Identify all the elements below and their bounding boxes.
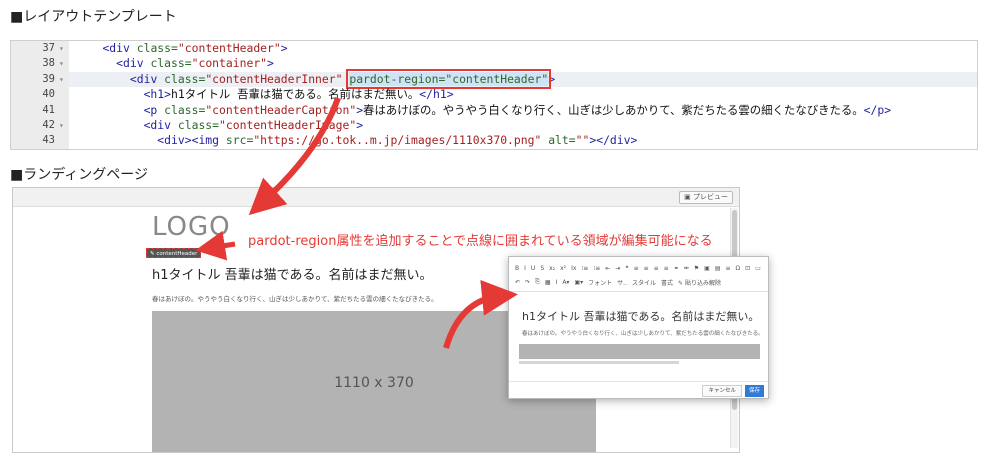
code-line[interactable]: 41 <p class="contentHeaderCaption">春はあけぼ… [11, 102, 977, 118]
line-number: 38 [11, 56, 59, 72]
editor-tool-button[interactable]: ⇥ [615, 265, 620, 272]
editor-tool-button[interactable]: ≡ [654, 265, 659, 272]
fold-toggle-icon [59, 87, 69, 103]
section-title-layout-template: ■レイアウトテンプレート [10, 9, 177, 25]
editor-tool-button[interactable]: ▣▾ [574, 279, 583, 286]
code-text: <div class="container"> [116, 56, 274, 71]
editor-tool-button[interactable]: A▾ [562, 279, 569, 286]
editor-tool-button[interactable]: ⚭ [674, 265, 679, 272]
line-number: 40 [11, 87, 59, 103]
editor-tool-button[interactable]: ⁝≡ [593, 265, 600, 272]
line-number: 39 [11, 71, 59, 88]
editor-tool-button[interactable]: ↶ [515, 279, 520, 286]
editor-tool-button[interactable]: ⎘ [535, 278, 540, 286]
editor-tool-button[interactable]: ↷ [525, 279, 530, 286]
code-line[interactable]: 40 <h1>h1タイトル 吾輩は猫である。名前はまだ無い。</h1> [11, 87, 977, 103]
editor-image[interactable] [519, 344, 760, 359]
code-text: <p class="contentHeaderCaption">春はあけぼの。や… [143, 102, 892, 117]
line-number: 42 [11, 117, 59, 134]
preview-label: プレビュー [693, 193, 728, 201]
editor-tool-button[interactable]: ▭ [755, 265, 761, 272]
save-button[interactable]: 保存 [744, 385, 764, 397]
editor-h1[interactable]: h1タイトル 吾輩は猫である。名前はまだ無い。 [522, 308, 759, 324]
editor-caption[interactable]: 春はあけぼの。やうやう白くなり行く、山ぎは少しあかりて、紫だちたる雲の細くたなび… [522, 329, 764, 337]
editor-tool-button[interactable]: フォント [588, 278, 612, 287]
editor-tool-button[interactable]: ≡ [664, 265, 669, 272]
toolbar-divider [509, 291, 768, 292]
editor-footer: キャンセル 保存 [509, 381, 768, 398]
editor-tool-button[interactable]: ▦ [545, 279, 551, 286]
landing-caption: 春はあけぼの。やうやう白くなり行く、山ぎは少しあかりて、紫だちたる雲の細くたなび… [152, 295, 438, 303]
logo: LOGO [152, 212, 231, 242]
editor-tool-button[interactable]: ▤ [715, 265, 721, 272]
editor-tool-button[interactable]: ⚑ [694, 265, 699, 272]
annotation-text: pardot-region属性を追加することで点線に囲まれている領域が編集可能に… [248, 234, 713, 249]
code-text: <div class="contentHeader"> [102, 41, 288, 55]
editor-toolbar-row-1: B I U Sx₂ x² Ix ⁝≡ ⁝≡ ⇤ ⇥ ❝ ≡ ≡ ≡ ≡ ⚭ ⚮ ⚑ ▣ ▤ ≡ Ω ⊡ ▭ [509, 261, 768, 275]
editor-tool-button[interactable]: スタイル [632, 278, 656, 287]
editor-tool-button[interactable]: B [515, 265, 519, 272]
code-editor[interactable]: 37 ▾ <div class="contentHeader"> 38 ▾ <div … [10, 40, 978, 150]
highlighted-pardot-region-attr: pardot-region="contentHeader" [346, 68, 552, 89]
line-number: 41 [11, 102, 59, 118]
code-line[interactable]: 43 <div><img src="https://go.tok..m.jp/i… [11, 133, 977, 149]
editor-tool-button[interactable]: ⊡ [745, 265, 750, 272]
editor-tool-button[interactable]: Ix [571, 265, 576, 272]
section-title-landing-page: ■ランディングページ [10, 167, 148, 183]
editor-tool-button[interactable]: ❝ [625, 265, 628, 272]
image-size-label: 1110 x 370 [334, 374, 414, 391]
editor-tool-button[interactable]: I [524, 265, 526, 272]
fold-toggle-icon[interactable]: ▾ [59, 117, 69, 134]
landing-h1: h1タイトル 吾輩は猫である。名前はまだ無い。 [152, 268, 433, 283]
editor-tool-button[interactable]: S [540, 265, 544, 272]
editor-tool-button[interactable]: ≡ [725, 265, 730, 272]
preview-button[interactable]: ▣ プレビュー [679, 191, 733, 204]
code-text: <div><img src="https://go.tok..m.jp/imag… [157, 133, 638, 148]
editor-tool-button[interactable]: x₂ [549, 265, 555, 272]
landing-toolbar: ▣ プレビュー [13, 188, 739, 207]
code-text: <div class="contentHeaderImage"> [143, 117, 364, 132]
code-line[interactable]: 39 ▾ <div class="contentHeaderInner" pard… [11, 68, 977, 89]
editor-toolbar-row-2: ↶ ↷ ⎘ ▦ I A▾ ▣▾ フォント サ.. スタイル 書式 ✎ 貼り込み解除 [509, 275, 768, 289]
editor-tool-button[interactable]: Ω [736, 265, 741, 272]
editor-tool-button[interactable]: ⚮ [684, 265, 689, 272]
code-line[interactable]: 37 ▾ <div class="contentHeader"> [11, 41, 977, 57]
editor-tool-button[interactable]: ▣ [704, 265, 710, 272]
editor-tool-button[interactable]: I [556, 279, 558, 286]
code-line[interactable]: 42 ▾ <div class="contentHeaderImage"> [11, 117, 977, 134]
editor-hscrollbar[interactable] [519, 361, 679, 364]
editor-tool-button[interactable]: U [531, 265, 535, 272]
fold-toggle-icon[interactable]: ▾ [59, 56, 69, 72]
preview-icon: ▣ [684, 193, 693, 201]
code-text: <h1>h1タイトル 吾輩は猫である。名前はまだ無い。</h1> [143, 87, 454, 102]
editor-tool-button[interactable]: ✎ 貼り込み解除 [678, 278, 721, 287]
region-badge[interactable]: ✎ contentHeader [146, 248, 202, 258]
code-text: <div class="contentHeaderInner" pardot-r… [129, 68, 556, 89]
code-line[interactable]: 38 ▾ <div class="container"> [11, 56, 977, 72]
editor-tool-button[interactable]: サ.. [617, 278, 627, 287]
fold-toggle-icon[interactable]: ▾ [59, 71, 69, 88]
fold-toggle-icon [59, 133, 69, 149]
cancel-button[interactable]: キャンセル [702, 385, 742, 397]
editor-tool-button[interactable]: 書式 [661, 278, 673, 287]
editor-tool-button[interactable]: ≡ [644, 265, 649, 272]
fold-toggle-icon[interactable]: ▾ [59, 41, 69, 57]
editor-tool-button[interactable]: ⇤ [605, 265, 610, 272]
editor-tool-button[interactable]: ≡ [634, 265, 639, 272]
editor-tool-button[interactable]: ⁝≡ [581, 265, 588, 272]
region-editor-dialog[interactable]: B I U Sx₂ x² Ix ⁝≡ ⁝≡ ⇤ ⇥ ❝ ≡ ≡ ≡ ≡ ⚭ ⚮ ⚑ ▣ ▤ ≡ Ω ⊡ ▭ ↶ ↷ ⎘ ▦ I A▾ ▣▾… [508, 256, 769, 399]
line-number: 37 [11, 41, 59, 57]
line-number: 43 [11, 133, 59, 149]
editor-tool-button[interactable]: x² [560, 265, 566, 272]
fold-toggle-icon [59, 102, 69, 118]
